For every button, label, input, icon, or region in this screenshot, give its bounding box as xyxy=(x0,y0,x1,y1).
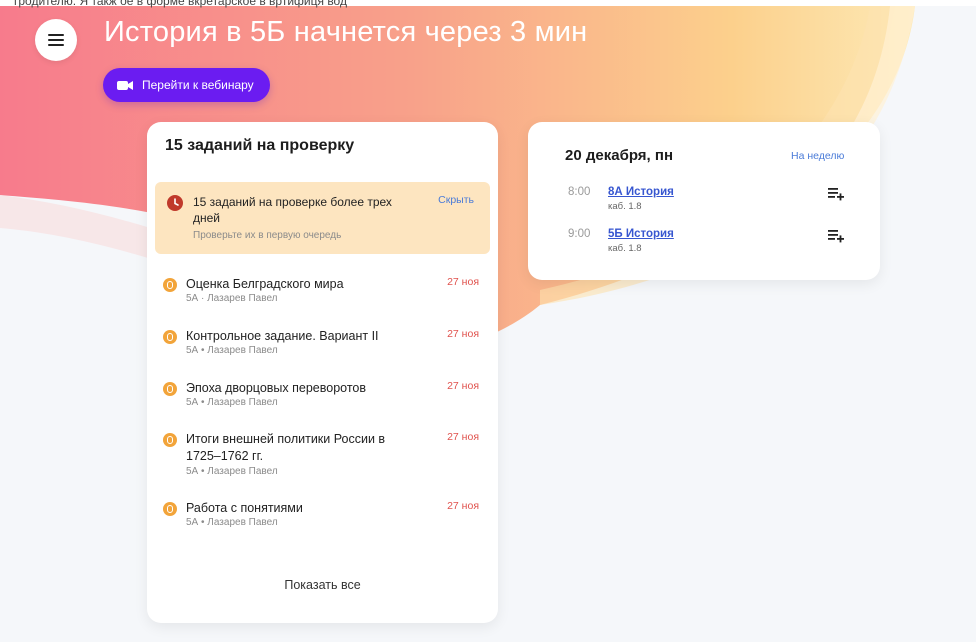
go-to-webinar-button[interactable]: Перейти к вебинару xyxy=(103,68,270,102)
page-title: История в 5Б начнется через 3 мин xyxy=(104,16,588,48)
add-to-playlist-icon[interactable] xyxy=(828,188,844,201)
alert-title: 15 заданий на проверке более трех дней xyxy=(193,195,392,225)
schedule-card: 20 декабря, пн На неделю 8:00 8А История… xyxy=(528,122,880,280)
task-date: 27 ноя xyxy=(447,431,479,443)
menu-button[interactable] xyxy=(35,19,77,61)
lesson-time: 8:00 xyxy=(568,186,591,198)
clock-alert-icon xyxy=(167,195,183,211)
tasks-to-review-card: 15 заданий на проверку 15 заданий на про… xyxy=(147,122,498,623)
top-text-fragment: гродителю. Я такж ое в форме вкретарское… xyxy=(14,0,347,8)
task-status-icon xyxy=(163,278,177,292)
task-status-icon xyxy=(163,433,177,447)
lesson-room: каб. 1.8 xyxy=(608,201,642,212)
overdue-alert: 15 заданий на проверке более трех дней П… xyxy=(155,182,490,254)
add-to-playlist-icon[interactable] xyxy=(828,230,844,243)
task-title: Эпоха дворцовых переворотов xyxy=(186,381,366,395)
task-status-icon xyxy=(163,502,177,516)
week-view-link[interactable]: На неделю xyxy=(791,150,844,162)
hide-alert-link[interactable]: Скрыть xyxy=(438,194,474,206)
show-all-button[interactable]: Показать все xyxy=(147,578,498,592)
lesson-room: каб. 1.8 xyxy=(608,243,642,254)
task-title: Оценка Белградского мира xyxy=(186,277,344,291)
video-camera-icon xyxy=(117,80,133,90)
task-meta: 5А • Лазарев Павел xyxy=(186,397,278,408)
task-date: 27 ноя xyxy=(447,380,479,392)
top-overlap-strip: гродителю. Я такж ое в форме вкретарское… xyxy=(0,0,976,8)
alert-subtitle: Проверьте их в первую очередь xyxy=(193,230,342,241)
tasks-card-title: 15 заданий на проверку xyxy=(165,137,355,154)
hamburger-menu-icon xyxy=(48,34,64,46)
task-title: Контрольное задание. Вариант II xyxy=(186,329,379,343)
task-meta: 5А • Лазарев Павел xyxy=(186,345,278,356)
schedule-date: 20 декабря, пн xyxy=(565,147,674,164)
task-title: Итоги внешней политики России в 1725–176… xyxy=(186,432,386,463)
lesson-time: 9:00 xyxy=(568,228,591,240)
task-status-icon xyxy=(163,330,177,344)
task-meta: 5А • Лазарев Павел xyxy=(186,517,278,528)
lesson-link[interactable]: 5Б История xyxy=(608,228,674,240)
task-date: 27 ноя xyxy=(447,276,479,288)
task-meta: 5А • Лазарев Павел xyxy=(186,466,278,477)
task-date: 27 ноя xyxy=(447,328,479,340)
task-title: Работа с понятиями xyxy=(186,501,303,515)
webinar-button-label: Перейти к вебинару xyxy=(142,78,254,92)
task-date: 27 ноя xyxy=(447,500,479,512)
task-status-icon xyxy=(163,382,177,396)
lesson-link[interactable]: 8А История xyxy=(608,186,674,198)
task-meta: 5А · Лазарев Павел xyxy=(186,293,278,304)
